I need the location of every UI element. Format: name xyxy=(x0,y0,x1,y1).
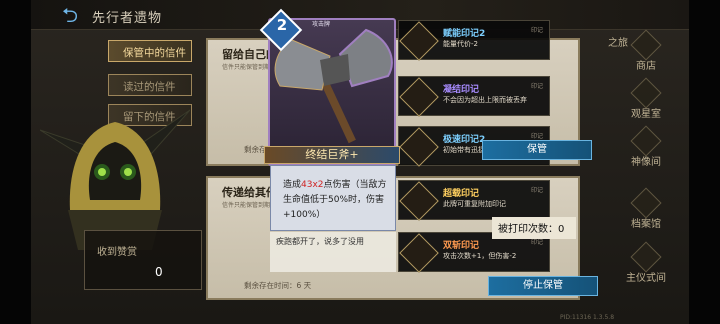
print-count: 被打印次数：0 xyxy=(492,217,576,239)
page-title: 先行者遗物 xyxy=(92,11,163,26)
mark-title: 凝结印记 xyxy=(443,85,480,95)
version-label: PID:11316 1.3.5.8 xyxy=(560,314,615,321)
letter-others-remain: 剩余存在时间：6 天 xyxy=(244,281,312,290)
stop-keep-button[interactable]: 停止保管 xyxy=(488,276,598,296)
letter-others-title: 传递给其他 xyxy=(222,186,277,199)
mark-item[interactable]: 超载印记 此牌可重复附加印记 印记 xyxy=(398,180,550,221)
hooded-creature-icon xyxy=(40,109,190,250)
stash-label: 收到赞赏 xyxy=(97,247,137,258)
mark-tag: 印记 xyxy=(530,133,543,140)
mark-item[interactable]: 凝结印记 不会因为超出上限而被丢弃 印记 xyxy=(398,76,550,117)
print-count-value: 0 xyxy=(558,224,565,235)
mark-title: 极速印记2 xyxy=(443,135,486,145)
mark-desc: 攻击次数+1，但伤害-2 xyxy=(443,252,517,260)
mark-item[interactable]: 赋能印记2 能量代价-2 印记 xyxy=(398,20,550,61)
card-hint-text: 疾跑都开了，说多了没用 xyxy=(270,232,396,272)
nav-observatory-label: 观星室 xyxy=(631,109,661,120)
letter-others-sub: 信件只能保管到期 xyxy=(222,202,271,209)
mark-desc: 不会因为超出上限而被丢弃 xyxy=(443,96,527,104)
double-slash-icon xyxy=(399,233,439,273)
shrine-icon xyxy=(630,125,662,157)
nav-shrine[interactable]: 神像间 xyxy=(616,125,676,168)
mark-title: 赋能印记2 xyxy=(443,29,486,39)
tab-read-letters[interactable]: 读过的信件 xyxy=(108,74,192,96)
nav-archive-label: 档案馆 xyxy=(631,219,661,230)
nav-ritual[interactable]: 主仪式间 xyxy=(616,241,676,284)
back-arrow-icon[interactable]: ⮌ xyxy=(62,5,86,25)
mark-title: 超载印记 xyxy=(443,189,480,199)
archive-icon xyxy=(630,187,662,219)
observatory-icon xyxy=(630,77,662,109)
star-icon xyxy=(399,21,439,61)
crystal-icon xyxy=(399,77,439,117)
letterbox-left xyxy=(0,0,31,324)
desc-pre: 造成 xyxy=(283,180,302,190)
tab-stored-letters[interactable]: 保管中的信件 xyxy=(108,40,192,62)
nav-shrine-label: 神像间 xyxy=(631,157,661,168)
card-type: 攻击牌 xyxy=(312,21,331,28)
letter-self-sub: 信件只能保管到期 xyxy=(222,64,271,71)
stash-box: 收到赞赏 0 xyxy=(84,230,202,290)
mark-tag: 印记 xyxy=(530,187,543,194)
mark-tag: 印记 xyxy=(530,83,543,90)
desc-damage: 43x2 xyxy=(301,180,324,190)
card-cost: 2 xyxy=(276,16,288,34)
nav-shop-label: 商店 xyxy=(636,61,656,72)
print-count-label: 被打印次数： xyxy=(498,224,558,235)
overload-icon xyxy=(399,181,439,221)
mark-desc: 此牌可重复附加印记 xyxy=(443,200,506,208)
nav-ritual-label: 主仪式间 xyxy=(626,273,666,284)
mark-title: 双斩印记 xyxy=(443,241,480,251)
mark-tag: 印记 xyxy=(530,27,543,34)
card-description: 造成43x2点伤害（当敌方生命值低于50%时，伤害+100%） xyxy=(270,165,396,231)
nav-shop[interactable]: 商店 xyxy=(616,29,676,72)
letterbox-right xyxy=(689,0,720,324)
nav-archive[interactable]: 档案馆 xyxy=(616,187,676,230)
nav-observatory[interactable]: 观星室 xyxy=(616,77,676,120)
stash-count: 0 xyxy=(155,265,163,279)
keep-button[interactable]: 保管 xyxy=(482,140,592,160)
card-name: 终结巨斧+ xyxy=(264,146,400,164)
speed-icon xyxy=(399,127,439,167)
mark-desc: 能量代价-2 xyxy=(443,40,478,48)
shop-icon xyxy=(630,29,662,61)
ritual-icon xyxy=(630,241,662,273)
